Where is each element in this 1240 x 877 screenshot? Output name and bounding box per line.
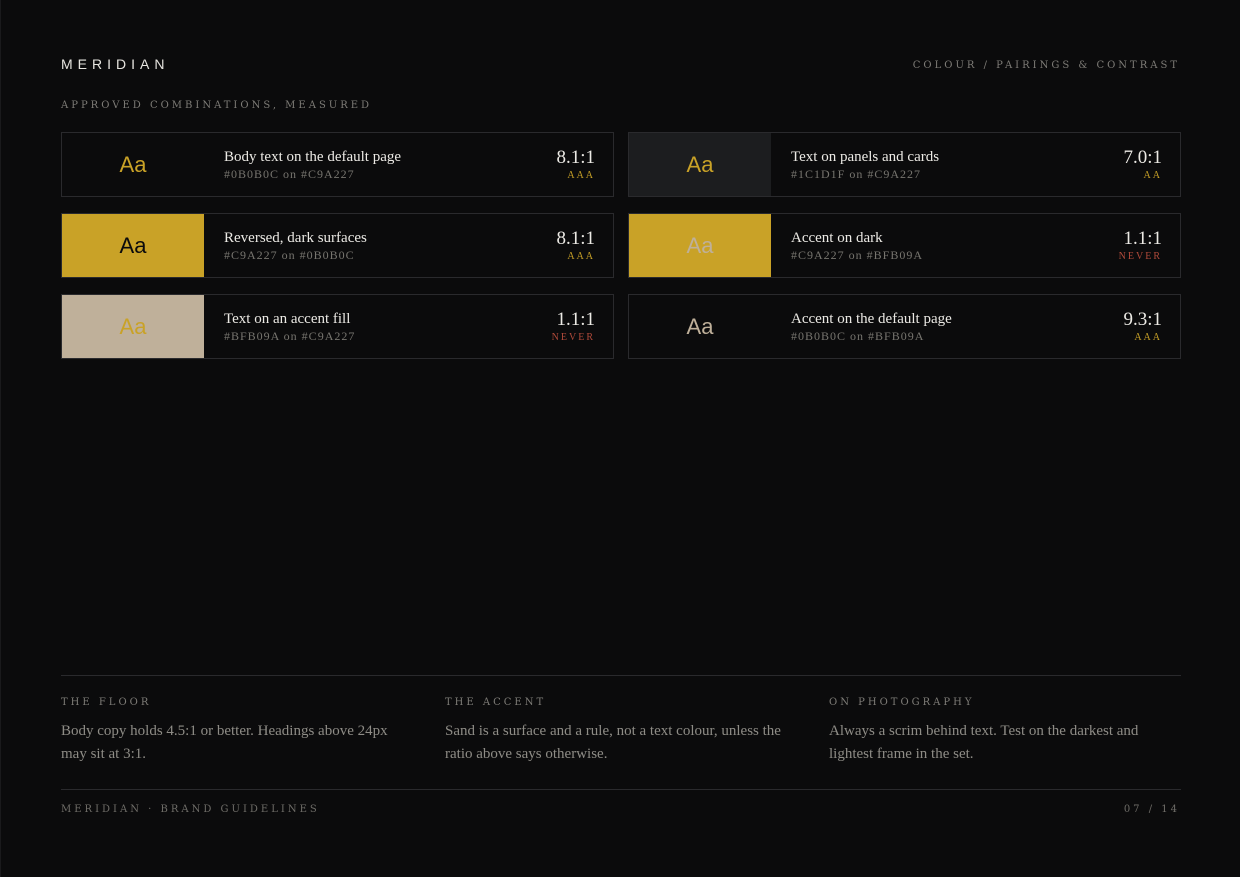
pairing-card: Aa Accent on the default page #0B0B0C on… (628, 294, 1181, 359)
pairing-title: Accent on dark (791, 229, 883, 246)
pairing-info: Text on an accent fill #BFB09A on #C9A22… (204, 295, 485, 358)
pairing-codes: #C9A227 on #BFB09A (791, 247, 924, 262)
footer-title: MERIDIAN · BRAND GUIDELINES (61, 804, 320, 815)
note-heading: ON PHOTOGRAPHY (829, 697, 975, 708)
pairing-metric: 7.0:1 AA (1052, 133, 1180, 196)
pairing-info: Accent on dark #C9A227 on #BFB09A (771, 214, 1052, 277)
pairing-codes: #BFB09A on #C9A227 (224, 328, 356, 343)
note-body: Always a scrim behind text. Test on the … (829, 723, 1139, 762)
pairing-card: Aa Text on an accent fill #BFB09A on #C9… (61, 294, 614, 359)
wcag-grade: AAA (567, 250, 595, 262)
pairing-swatch: Aa (62, 133, 204, 196)
pairing-info: Reversed, dark surfaces #C9A227 on #0B0B… (204, 214, 485, 277)
contrast-ratio: 8.1:1 (556, 227, 595, 249)
divider-rule (61, 789, 1181, 790)
note-body: Body copy holds 4.5:1 or better. Heading… (61, 723, 388, 762)
pairing-info: Text on panels and cards #1C1D1F on #C9A… (771, 133, 1052, 196)
pairing-codes: #0B0B0C on #BFB09A (791, 328, 925, 343)
pairing-codes: #C9A227 on #0B0B0C (224, 247, 355, 262)
note-photography: ON PHOTOGRAPHY Always a scrim behind tex… (829, 697, 1181, 766)
note-body: Sand is a surface and a rule, not a text… (445, 723, 781, 762)
pairing-metric: 8.1:1 AAA (485, 214, 613, 277)
note-heading: THE ACCENT (445, 697, 547, 708)
contrast-ratio: 7.0:1 (1123, 146, 1162, 168)
pairing-card: Aa Body text on the default page #0B0B0C… (61, 132, 614, 197)
pairing-title: Body text on the default page (224, 148, 402, 165)
pairing-card: Aa Text on panels and cards #1C1D1F on #… (628, 132, 1181, 197)
pairing-swatch: Aa (62, 214, 204, 277)
section-kicker: APPROVED COMBINATIONS, MEASURED (61, 100, 373, 111)
section-label: COLOUR / PAIRINGS & CONTRAST (912, 60, 1180, 71)
pairing-title: Text on an accent fill (224, 310, 351, 327)
contrast-ratio: 8.1:1 (556, 146, 595, 168)
pairing-codes: #1C1D1F on #C9A227 (791, 166, 922, 181)
pairing-title: Reversed, dark surfaces (224, 229, 367, 246)
note-floor: THE FLOOR Body copy holds 4.5:1 or bette… (61, 697, 445, 766)
wcag-grade: AAA (1134, 331, 1162, 343)
pairing-swatch: Aa (629, 214, 771, 277)
pairing-info: Accent on the default page #0B0B0C on #B… (771, 295, 1052, 358)
pairing-metric: 8.1:1 AAA (485, 133, 613, 196)
contrast-ratio: 1.1:1 (1123, 227, 1162, 249)
pairing-swatch: Aa (629, 295, 771, 358)
pairing-info: Body text on the default page #0B0B0C on… (204, 133, 485, 196)
wcag-grade: NEVER (551, 331, 595, 343)
guidance-notes: THE FLOOR Body copy holds 4.5:1 or bette… (61, 697, 1181, 766)
pairing-swatch: Aa (62, 295, 204, 358)
guideline-page: MERIDIAN COLOUR / PAIRINGS & CONTRAST AP… (0, 0, 1240, 877)
contrast-ratio: 1.1:1 (556, 308, 595, 330)
wcag-grade: NEVER (1118, 250, 1162, 262)
pairing-card: Aa Reversed, dark surfaces #C9A227 on #0… (61, 213, 614, 278)
contrast-ratio: 9.3:1 (1123, 308, 1162, 330)
pairing-metric: 9.3:1 AAA (1052, 295, 1180, 358)
pairing-title: Accent on the default page (791, 310, 952, 327)
note-accent: THE ACCENT Sand is a surface and a rule,… (445, 697, 829, 766)
pairing-title: Text on panels and cards (791, 148, 940, 165)
wcag-grade: AA (1143, 169, 1162, 181)
divider-rule (61, 675, 1181, 676)
pairing-codes: #0B0B0C on #C9A227 (224, 166, 355, 181)
pairings-grid: Aa Body text on the default page #0B0B0C… (61, 132, 1181, 359)
pairing-card: Aa Accent on dark #C9A227 on #BFB09A 1.1… (628, 213, 1181, 278)
page-number: 07 / 14 (1123, 804, 1180, 815)
pairing-metric: 1.1:1 NEVER (485, 295, 613, 358)
note-heading: THE FLOOR (61, 697, 152, 708)
pairing-metric: 1.1:1 NEVER (1052, 214, 1180, 277)
wcag-grade: AAA (567, 169, 595, 181)
pairing-swatch: Aa (629, 133, 771, 196)
brand-wordmark: MERIDIAN (61, 56, 170, 72)
